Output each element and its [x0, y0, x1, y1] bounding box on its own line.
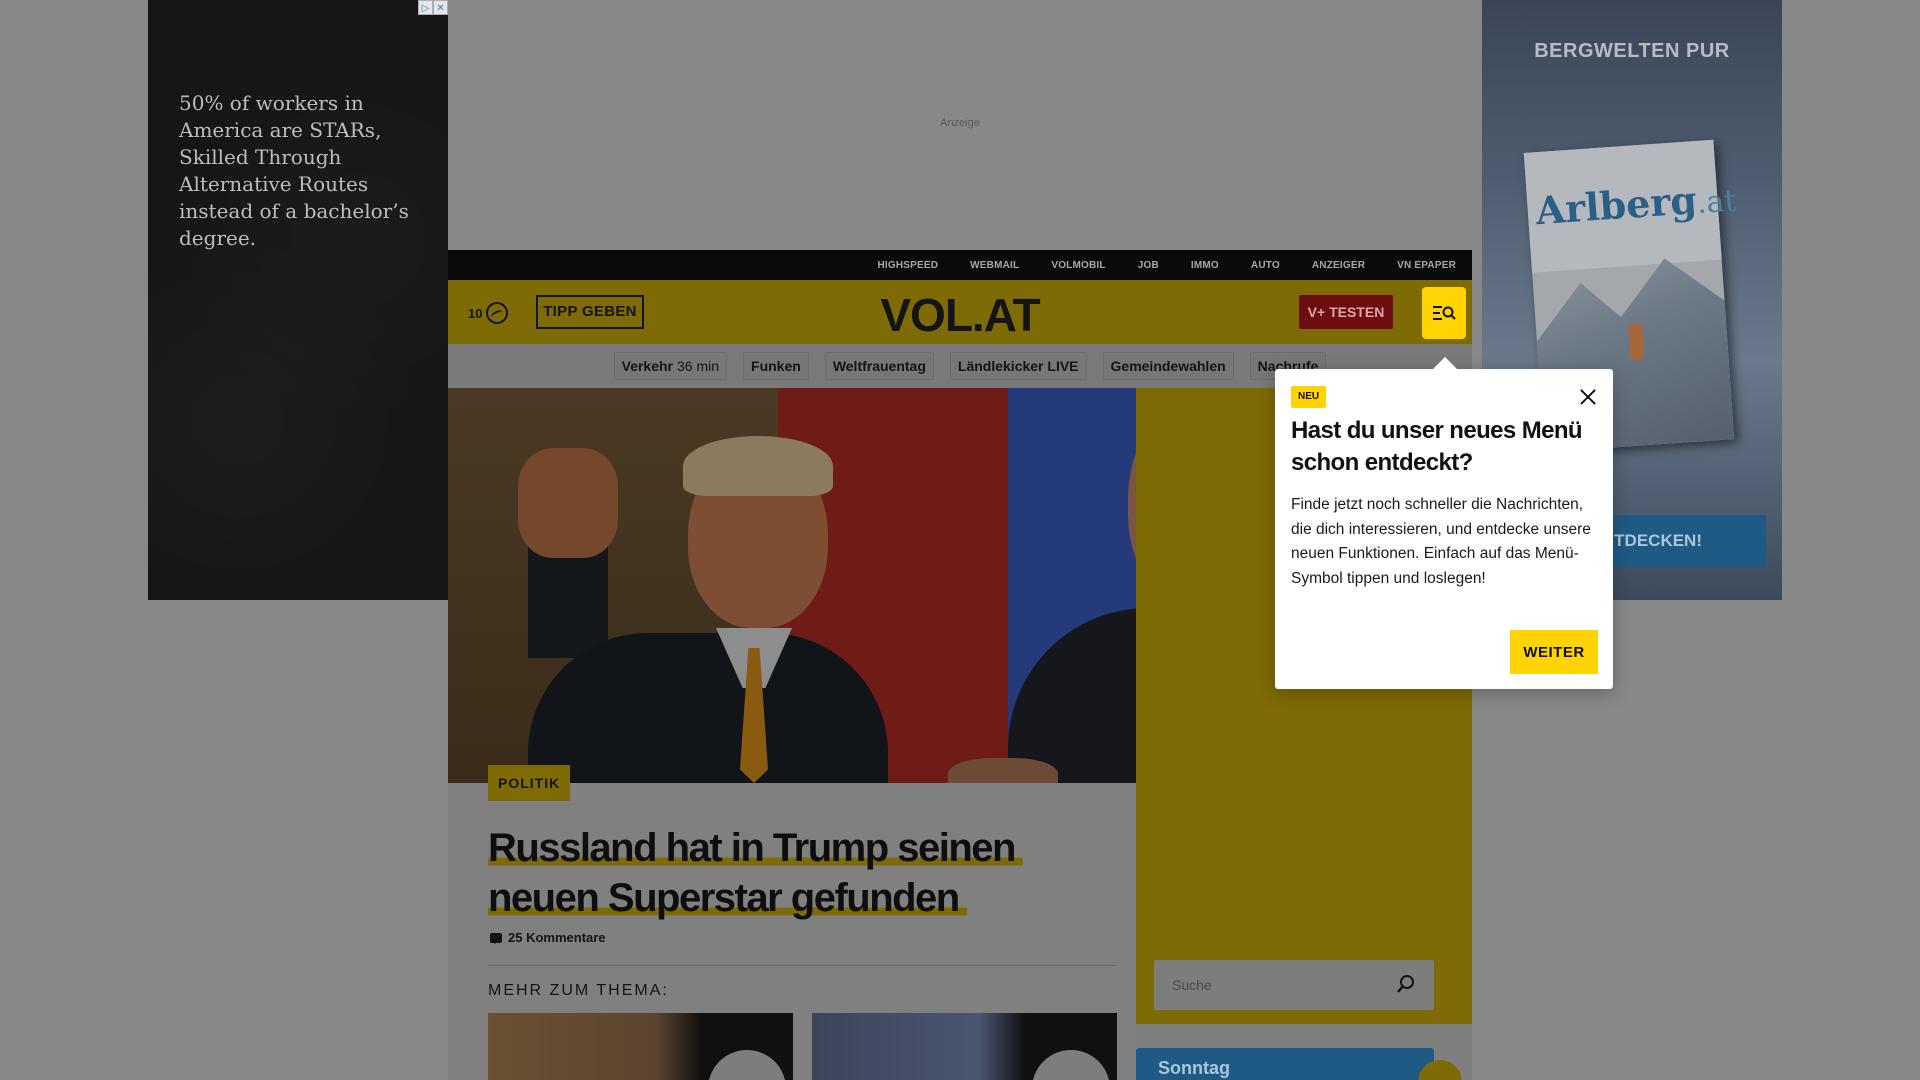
- chip-gemeindewahlen[interactable]: Gemeindewahlen: [1102, 352, 1234, 380]
- ad-label: Anzeige: [940, 117, 980, 129]
- menu-search-icon: [1433, 306, 1456, 320]
- new-menu-popup: NEU Hast du unser neues Menü schon entde…: [1275, 357, 1613, 689]
- sunday-box-title[interactable]: Sonntag: [1136, 1048, 1434, 1080]
- tipp-geben-button[interactable]: TIPP GEBEN: [536, 295, 644, 329]
- author-avatar: [705, 1047, 789, 1080]
- comments-count: 25 Kommentare: [508, 930, 606, 945]
- chip-weltfrauentag[interactable]: Weltfrauentag: [824, 352, 934, 380]
- more-on-topic-heading: MEHR ZUM THEMA:: [488, 982, 669, 999]
- author-avatar: [1029, 1047, 1113, 1080]
- left-ad-text: 50% of workers in America are STARs, Ski…: [179, 91, 409, 250]
- comment-icon: [490, 932, 502, 944]
- topbar-link-highspeed[interactable]: HIGHSPEED: [877, 260, 938, 271]
- article-headline[interactable]: Russland hat in Trump seinen neuen Super…: [488, 823, 1108, 923]
- popup-body: Finde jetzt noch schneller die Nachricht…: [1291, 496, 1591, 587]
- search-input[interactable]: [1154, 960, 1394, 1010]
- topbar-link-volmobil[interactable]: VOLMOBIL: [1051, 260, 1105, 271]
- category-badge[interactable]: POLITIK: [488, 765, 571, 801]
- related-article-thumbnail[interactable]: [812, 1013, 1117, 1080]
- top-service-bar: HIGHSPEED WEBMAIL VOLMOBIL JOB IMMO AUTO…: [448, 250, 1472, 280]
- weather-widget[interactable]: 10: [468, 302, 509, 324]
- chip-verkehr[interactable]: Verkehr 36 min: [613, 352, 728, 380]
- topbar-link-auto[interactable]: AUTO: [1251, 260, 1280, 271]
- weather-icon: [486, 302, 509, 324]
- new-badge: NEU: [1291, 386, 1327, 408]
- lead-article: POLITIK Russland hat in Trump seinen neu…: [448, 765, 1136, 1080]
- menu-search-button[interactable]: [1422, 287, 1466, 339]
- topbar-link-webmail[interactable]: WEBMAIL: [970, 260, 1019, 271]
- chip-laendlekicker-live[interactable]: Ländlekicker LIVE: [949, 352, 1087, 380]
- divider: [488, 965, 1116, 966]
- vplus-test-button[interactable]: V+ TESTEN: [1299, 295, 1393, 329]
- adchoices-icon[interactable]: ▷: [418, 0, 433, 15]
- left-ad[interactable]: 50% of workers in America are STARs, Ski…: [148, 0, 448, 600]
- close-icon[interactable]: [1577, 386, 1599, 408]
- topbar-link-immo[interactable]: IMMO: [1191, 260, 1219, 271]
- topbar-link-job[interactable]: JOB: [1138, 260, 1159, 271]
- chip-funken[interactable]: Funken: [743, 352, 809, 380]
- right-ad-title: BERGWELTEN PUR: [1534, 40, 1730, 62]
- topbar-link-anzeiger[interactable]: ANZEIGER: [1312, 260, 1365, 271]
- comments-link[interactable]: 25 Kommentare: [490, 930, 606, 945]
- topbar-link-vn-epaper[interactable]: VN EPAPER: [1397, 260, 1456, 271]
- weiter-button[interactable]: WEITER: [1510, 630, 1598, 674]
- popup-title: Hast du unser neues Menü schon entdeckt?: [1291, 417, 1583, 476]
- adchoices[interactable]: ▷ ✕: [418, 0, 448, 15]
- related-article-thumbnail[interactable]: [488, 1013, 793, 1080]
- weather-temperature: 10: [468, 305, 483, 321]
- chip-verkehr-time: 36 min: [677, 358, 720, 374]
- search-icon[interactable]: [1396, 974, 1416, 994]
- site-header: 10 TIPP GEBEN VOL.AT V+ TESTEN: [448, 280, 1472, 344]
- search-box: [1154, 960, 1434, 1010]
- ad-close-icon[interactable]: ✕: [433, 0, 448, 15]
